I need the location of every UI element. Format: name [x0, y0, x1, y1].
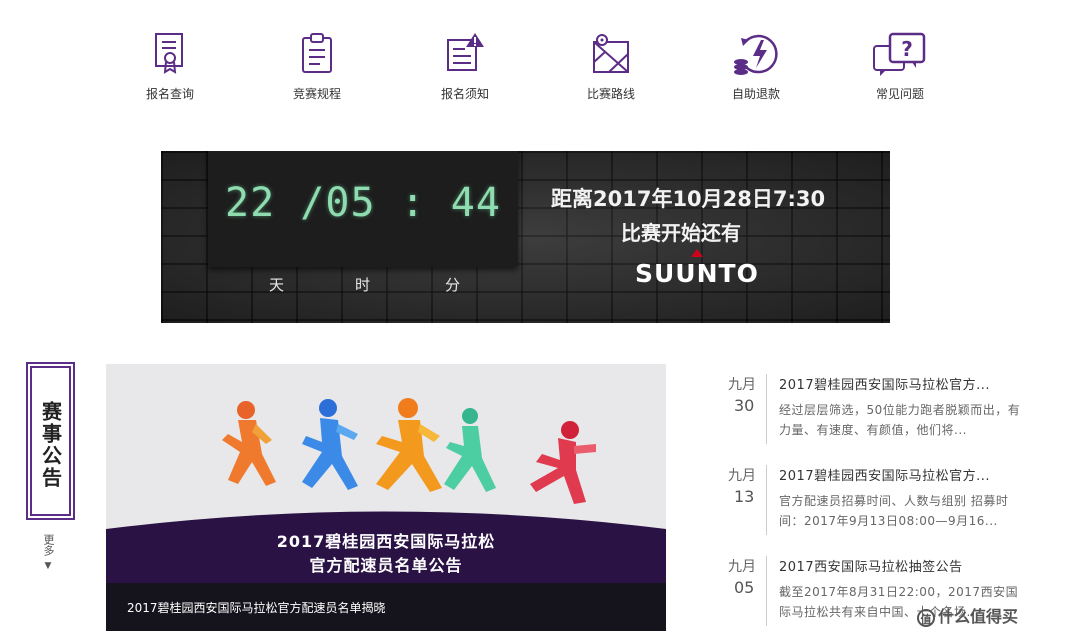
countdown-clock: 22 /05 : 44: [208, 151, 518, 267]
suunto-logo-mark: [691, 249, 703, 257]
news-summary: 官方配速员招募时间、人数与组别 招募时间：2017年9月13日08:00—9月1…: [779, 494, 1009, 528]
news-month: 九月: [728, 377, 756, 393]
route-map-icon: [593, 34, 629, 73]
nav-label: 报名须知: [440, 87, 489, 101]
refund-coins-icon: [734, 34, 778, 75]
unit-hours: 时: [355, 276, 371, 294]
news-title[interactable]: 2017西安国际马拉松抽签公告: [779, 556, 1029, 575]
nav-faq[interactable]: ? 常见问题: [850, 30, 950, 110]
runner-figure: [302, 399, 358, 490]
featured-announcement[interactable]: 2017碧桂园西安国际马拉松 官方配速员名单公告 2017碧桂园西安国际马拉松官…: [106, 364, 666, 631]
unit-minutes: 分: [445, 276, 461, 294]
feature-title-line1: 2017碧桂园西安国际马拉松: [276, 532, 496, 551]
nav-label: 常见问题: [875, 87, 924, 101]
nav-registration-query[interactable]: 报名查询: [120, 30, 220, 110]
watermark-badge: 值: [917, 608, 935, 627]
watermark: 值什么值得买: [917, 603, 1018, 627]
news-item[interactable]: 九月 30 2017碧桂园西安国际马拉松官方... 经过层层筛选，50位能力跑者…: [720, 374, 1040, 444]
countdown-banner: 22 /05 : 44 天 时 分 距离2017年10月28日7:30 比赛开始…: [161, 151, 890, 323]
nav-label: 自助退款: [731, 87, 780, 101]
feature-title-line2: 官方配速员名单公告: [309, 556, 463, 575]
quick-nav: 报名查询 竞赛规程 报名须知 比赛路线 自助退款 ? 常见问题: [120, 30, 1000, 110]
suunto-logo: SUUNTO: [635, 259, 759, 288]
svg-text:?: ?: [901, 37, 913, 61]
runner-figure: [444, 408, 496, 492]
more-label: 更多: [42, 534, 55, 556]
clipboard-icon: [302, 33, 332, 73]
nav-competition-rules[interactable]: 竞赛规程: [267, 30, 367, 110]
news-divider: [766, 465, 767, 535]
announcement-section-tag: 赛事公告: [30, 366, 71, 516]
news-title[interactable]: 2017碧桂园西安国际马拉松官方...: [779, 465, 1029, 484]
news-item[interactable]: 九月 13 2017碧桂园西安国际马拉松官方... 官方配速员招募时间、人数与组…: [720, 465, 1040, 535]
runner-figure: [222, 401, 276, 486]
nav-registration-notice[interactable]: 报名须知: [415, 30, 515, 110]
news-day: 05: [734, 578, 755, 597]
nav-label: 比赛路线: [586, 87, 635, 101]
nav-label: 报名查询: [145, 87, 194, 101]
countdown-date: 距离2017年10月28日7:30: [551, 187, 826, 211]
watermark-text: 什么值得买: [938, 607, 1019, 626]
more-link[interactable]: 更多 ▼: [41, 534, 55, 572]
countdown-digits: 22 /05 : 44: [225, 180, 501, 226]
unit-days: 天: [269, 276, 285, 294]
news-divider: [766, 556, 767, 626]
section-title: 赛事公告: [38, 401, 63, 489]
nav-label: 竞赛规程: [292, 87, 341, 101]
news-month: 九月: [728, 559, 756, 575]
question-bubble-icon: ?: [873, 32, 926, 76]
countdown-caption: 比赛开始还有: [621, 221, 741, 245]
notice-alert-icon: [447, 33, 484, 71]
certificate-icon: [155, 33, 183, 74]
runner-figure: [376, 398, 442, 492]
news-month: 九月: [728, 468, 756, 484]
nav-self-refund[interactable]: 自助退款: [706, 30, 806, 110]
triangle-down-icon: ▼: [44, 561, 52, 571]
news-day: 30: [734, 396, 755, 415]
nav-race-route[interactable]: 比赛路线: [561, 30, 661, 110]
news-title[interactable]: 2017碧桂园西安国际马拉松官方...: [779, 374, 1029, 393]
news-divider: [766, 374, 767, 444]
feature-caption-bar: 2017碧桂园西安国际马拉松官方配速员名单揭晓: [106, 583, 666, 631]
feature-caption: 2017碧桂园西安国际马拉松官方配速员名单揭晓: [127, 601, 386, 615]
news-day: 13: [734, 487, 755, 506]
runner-figure: [530, 421, 596, 504]
news-summary: 经过层层筛选，50位能力跑者脱颖而出，有力量、有速度、有颜值，他们将...: [779, 403, 1021, 437]
